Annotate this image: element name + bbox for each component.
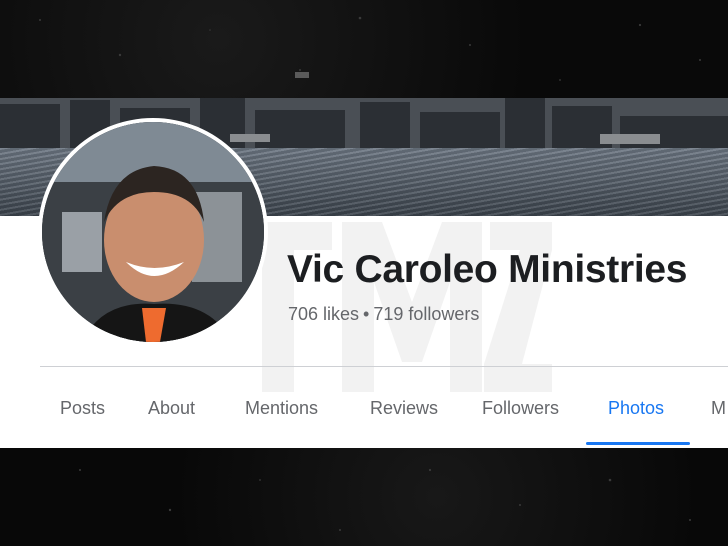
tab-reviews[interactable]: Reviews <box>370 398 438 419</box>
active-tab-indicator <box>586 442 690 445</box>
profile-avatar[interactable] <box>38 118 268 346</box>
stats-separator: • <box>363 304 370 324</box>
tab-followers[interactable]: Followers <box>482 398 559 419</box>
likes-count[interactable]: 706 likes <box>288 304 359 324</box>
tab-more[interactable]: M <box>711 398 726 419</box>
tab-mentions[interactable]: Mentions <box>245 398 318 419</box>
profile-tabs: Posts About Mentions Reviews Followers P… <box>0 382 728 446</box>
followers-count[interactable]: 719 followers <box>373 304 479 324</box>
page-title: Vic Caroleo Ministries <box>287 248 688 291</box>
tab-posts[interactable]: Posts <box>60 398 105 419</box>
profile-photo-image <box>42 122 264 342</box>
page-stats: 706 likes • 719 followers <box>288 304 479 325</box>
tab-photos[interactable]: Photos <box>608 398 664 419</box>
header-divider <box>40 366 728 367</box>
tab-about[interactable]: About <box>148 398 195 419</box>
